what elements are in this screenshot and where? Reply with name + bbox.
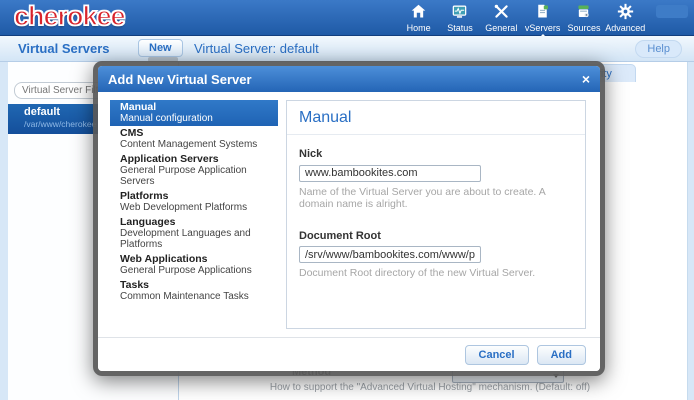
page-title: Virtual Server: default (194, 41, 319, 56)
category-title: Languages (120, 217, 268, 228)
nick-label: Nick (299, 148, 573, 160)
new-vserver-button[interactable]: New (138, 39, 183, 57)
sources-box-icon (575, 3, 592, 23)
add-button[interactable]: Add (537, 345, 586, 365)
top-navigation-bar: cherokee Home Status General (0, 0, 694, 36)
wizard-category-cms[interactable]: CMS Content Management Systems (110, 126, 278, 152)
nav-item-vservers[interactable]: vServers (522, 3, 563, 35)
manual-config-panel: Manual Nick Name of the Virtual Server y… (286, 100, 586, 329)
nav-label: vServers (525, 23, 561, 33)
category-subtitle: Web Development Platforms (120, 202, 268, 213)
document-root-label: Document Root (299, 230, 573, 242)
main-nav: Home Status General vServers (398, 3, 646, 35)
nav-label: Status (447, 23, 473, 33)
category-subtitle: General Purpose Applications (120, 265, 268, 276)
category-subtitle: Manual configuration (120, 113, 268, 124)
document-root-input[interactable] (299, 246, 481, 263)
panel-heading: Manual (287, 101, 585, 135)
help-button[interactable]: Help (635, 40, 682, 58)
category-title: Platforms (120, 191, 268, 202)
nick-help-text: Name of the Virtual Server you are about… (299, 186, 573, 210)
nav-item-sources[interactable]: Sources (563, 3, 604, 35)
cancel-button[interactable]: Cancel (465, 345, 529, 365)
nav-label: General (485, 23, 517, 33)
nav-label: Advanced (605, 23, 645, 33)
document-root-help-text: Document Root directory of the new Virtu… (299, 267, 573, 279)
method-help-text: How to support the "Advanced Virtual Hos… (190, 382, 670, 393)
cherokee-admin-page: Security cherokee Home Status General (0, 0, 694, 400)
close-icon[interactable]: × (582, 72, 590, 86)
nick-input[interactable] (299, 165, 481, 182)
home-icon (410, 3, 427, 23)
category-title: Web Applications (120, 254, 268, 265)
nav-item-status[interactable]: Status (439, 3, 480, 35)
vservers-folder-icon (534, 3, 551, 23)
status-monitor-icon (451, 3, 468, 23)
document-root-field-group: Document Root Document Root directory of… (299, 230, 573, 280)
nav-item-general[interactable]: General (481, 3, 522, 35)
modal-footer: Cancel Add (98, 337, 600, 371)
nav-label: Sources (567, 23, 600, 33)
wizard-category-web-applications[interactable]: Web Applications General Purpose Applica… (110, 252, 278, 278)
category-subtitle: General Purpose Application Servers (120, 165, 268, 187)
category-title: Application Servers (120, 154, 268, 165)
section-title: Virtual Servers (18, 41, 110, 56)
cherokee-logo[interactable]: cherokee (14, 1, 125, 32)
wizard-category-languages[interactable]: Languages Development Languages and Plat… (110, 215, 278, 252)
modal-inner: Add New Virtual Server × Manual Manual c… (98, 66, 600, 371)
wizard-category-tasks[interactable]: Tasks Common Maintenance Tasks (110, 278, 278, 304)
category-subtitle: Development Languages and Platforms (120, 228, 268, 250)
wizard-category-list: Manual Manual configuration CMS Content … (110, 100, 278, 304)
category-title: Tasks (120, 280, 268, 291)
tools-icon (493, 3, 510, 23)
nav-item-advanced[interactable]: Advanced (605, 3, 646, 35)
nav-label: Home (407, 23, 431, 33)
category-title: Manual (120, 102, 268, 113)
topbar-button-fragment[interactable] (656, 5, 688, 18)
modal-title: Add New Virtual Server (108, 72, 582, 87)
gear-icon (617, 3, 634, 23)
category-title: CMS (120, 128, 268, 139)
category-subtitle: Content Management Systems (120, 139, 268, 150)
wizard-category-manual[interactable]: Manual Manual configuration (110, 100, 278, 126)
nav-item-home[interactable]: Home (398, 3, 439, 35)
wizard-category-application-servers[interactable]: Application Servers General Purpose Appl… (110, 152, 278, 189)
wizard-category-platforms[interactable]: Platforms Web Development Platforms (110, 189, 278, 215)
category-subtitle: Common Maintenance Tasks (120, 291, 268, 302)
modal-header: Add New Virtual Server × (98, 66, 600, 92)
nick-field-group: Nick Name of the Virtual Server you are … (299, 148, 573, 210)
add-vserver-modal: Add New Virtual Server × Manual Manual c… (93, 61, 605, 376)
